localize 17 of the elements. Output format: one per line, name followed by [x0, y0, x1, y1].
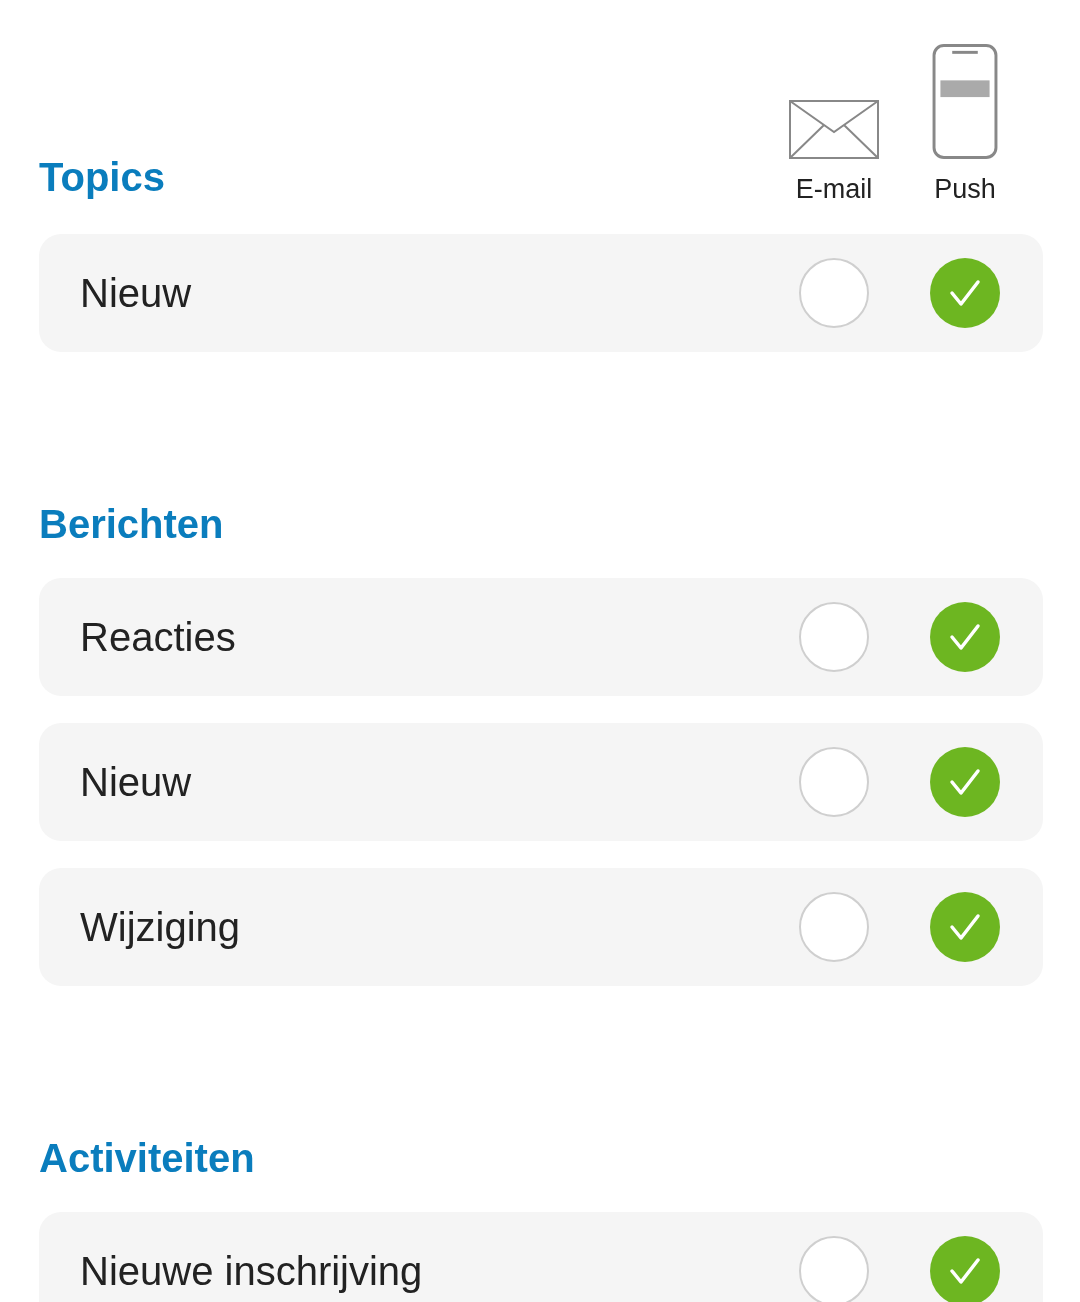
checkmark-icon: [949, 768, 981, 796]
phone-icon: [932, 44, 998, 159]
section-heading: Berichten: [39, 501, 225, 548]
checkmark-icon: [949, 913, 981, 941]
setting-label: Nieuw: [80, 759, 192, 805]
column-label: E-mail: [795, 173, 873, 205]
setting-label: Wijziging: [80, 904, 241, 950]
checkmark-icon: [949, 623, 981, 651]
section-heading: Topics: [39, 154, 165, 201]
checkmark-icon: [949, 1257, 981, 1285]
setting-label: Nieuw: [80, 270, 192, 316]
column-label: Push: [934, 173, 996, 205]
checkmark-icon: [949, 279, 981, 307]
setting-label: Nieuwe inschrijving: [80, 1248, 423, 1294]
envelope-icon: [789, 100, 879, 159]
section-heading: Activiteiten: [39, 1135, 256, 1182]
setting-label: Reacties: [80, 614, 236, 660]
